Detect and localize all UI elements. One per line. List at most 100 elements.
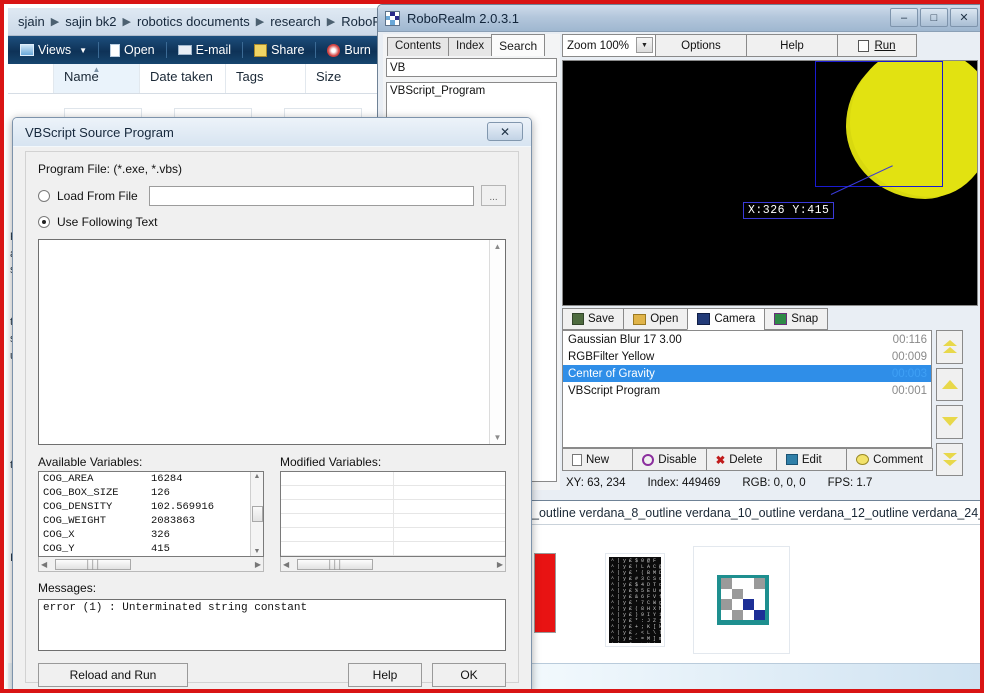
ok-button[interactable]: OK xyxy=(432,663,506,687)
save-button[interactable]: Save xyxy=(562,308,625,330)
breadcrumb-item-0[interactable]: sjain xyxy=(14,14,49,29)
scrollbar-thumb[interactable]: │││ xyxy=(297,558,374,570)
zoom-dropdown[interactable]: Zoom 100% ▼ xyxy=(562,34,656,57)
maximize-icon[interactable]: □ xyxy=(920,8,948,27)
tab-contents-label: Contents xyxy=(395,40,442,52)
dialog-title-bar[interactable]: VBScript Source Program ✕ xyxy=(13,118,531,147)
close-icon-glyph: ✕ xyxy=(499,124,511,139)
load-from-file-row[interactable]: Load From File ... xyxy=(38,185,506,206)
available-variables-scrollbar[interactable]: ▲ ▼ xyxy=(250,472,263,556)
edit-button[interactable]: Edit xyxy=(775,448,848,471)
delete-button[interactable]: ✖ Delete xyxy=(705,448,777,471)
pipeline-item-selected[interactable]: Center of Gravity 00:003 xyxy=(563,365,931,382)
snap-button[interactable]: Snap xyxy=(764,308,829,330)
help-button[interactable]: Help xyxy=(746,34,838,57)
file-path-input[interactable] xyxy=(148,185,474,206)
scroll-down-arrow-icon[interactable]: ▼ xyxy=(494,433,502,442)
variable-row[interactable]: COG_BOX_SIZE 126 xyxy=(39,486,263,500)
pipeline-item[interactable]: RGBFilter Yellow 00:009 xyxy=(563,348,931,365)
close-icon[interactable]: ✕ xyxy=(487,122,523,141)
variable-row[interactable]: COG_X 326 xyxy=(39,528,263,542)
column-header-date-taken[interactable]: Date taken xyxy=(140,64,226,93)
scrollbar-thumb[interactable] xyxy=(251,506,263,522)
pipeline-item[interactable]: Gaussian Blur 17 3.00 00:116 xyxy=(563,331,931,348)
breadcrumb-item-2[interactable]: robotics documents xyxy=(133,14,254,29)
video-preview[interactable]: X:326 Y:415 xyxy=(562,60,978,306)
browse-button[interactable]: ... xyxy=(481,185,506,206)
move-up-button[interactable] xyxy=(936,367,963,401)
available-variables-list[interactable]: COG_AREA 16284 COG_BOX_SIZE 126 COG_DENS… xyxy=(38,471,264,557)
modified-variables-list[interactable] xyxy=(280,471,506,557)
tab-contents[interactable]: Contents xyxy=(387,37,450,56)
pipeline-list[interactable]: Gaussian Blur 17 3.00 00:116 RGBFilter Y… xyxy=(562,330,932,448)
reload-and-run-label: Reload and Run xyxy=(69,668,157,682)
tab-search[interactable]: Search xyxy=(491,34,546,56)
sort-ascending-icon: ▲ xyxy=(92,65,101,74)
pipeline-item[interactable]: VBScript Program 00:001 xyxy=(563,382,931,399)
open-button[interactable]: Open xyxy=(623,308,689,330)
chevron-down-icon[interactable]: ▼ xyxy=(79,46,87,55)
ascii-font-thumbnail[interactable]: ^ | y £ $ 0 @ F $ ^ | y £ ! L A C @ @ ^ … xyxy=(605,553,665,647)
options-button[interactable]: Options xyxy=(655,34,747,57)
move-to-top-button[interactable] xyxy=(936,330,963,364)
use-following-text-radio[interactable] xyxy=(38,216,50,228)
roborealm-main-panel: Zoom 100% ▼ Options Help Run X:326 Y:415… xyxy=(562,34,978,497)
disable-button[interactable]: Disable xyxy=(632,448,707,471)
move-to-bottom-button[interactable] xyxy=(936,442,963,476)
messages-box[interactable]: error (1) : Unterminated string constant xyxy=(38,599,506,651)
scroll-left-arrow-icon[interactable]: ◀ xyxy=(283,560,289,569)
variable-row[interactable]: COG_DENSITY 102.569916 xyxy=(39,500,263,514)
comment-button[interactable]: Comment xyxy=(846,448,934,471)
chevron-down-icon[interactable]: ▼ xyxy=(636,37,653,53)
burn-button[interactable]: Burn xyxy=(321,41,376,59)
double-down-arrow-icon xyxy=(942,452,957,466)
open-label: Open xyxy=(124,43,155,57)
column-header-tags[interactable]: Tags xyxy=(226,64,306,93)
code-editor-scrollbar[interactable]: ▲ ▼ xyxy=(489,240,505,444)
new-button[interactable]: New xyxy=(562,448,634,471)
load-from-file-radio[interactable] xyxy=(38,189,50,202)
help-search-input[interactable]: VB xyxy=(386,58,557,77)
scroll-right-arrow-icon[interactable]: ▶ xyxy=(497,560,503,569)
code-editor[interactable]: ▲ ▼ xyxy=(38,239,506,445)
scroll-up-arrow-icon[interactable]: ▲ xyxy=(494,242,502,251)
scroll-right-arrow-icon[interactable]: ▶ xyxy=(255,560,261,569)
red-color-swatch[interactable] xyxy=(534,553,556,633)
burn-icon xyxy=(327,43,341,57)
snap-icon xyxy=(774,313,788,325)
scroll-left-arrow-icon[interactable]: ◀ xyxy=(41,560,47,569)
use-following-text-row[interactable]: Use Following Text xyxy=(38,215,506,229)
help-result-item[interactable]: VBScript_Program xyxy=(390,85,553,97)
source-toolbar: Save Open Camera Snap xyxy=(562,308,978,330)
scroll-up-arrow-icon[interactable]: ▲ xyxy=(254,473,261,480)
close-icon[interactable]: ✕ xyxy=(950,8,978,27)
share-button[interactable]: Share xyxy=(248,41,310,59)
breadcrumb-item-3[interactable]: research xyxy=(266,14,325,29)
open-button[interactable]: Open xyxy=(104,41,161,59)
modified-variables-hscrollbar[interactable]: ◀ │││ ▶ xyxy=(280,557,506,572)
down-arrow-icon xyxy=(941,417,958,427)
dialog-help-button[interactable]: Help xyxy=(348,663,422,687)
reload-and-run-button[interactable]: Reload and Run xyxy=(38,663,188,687)
camera-button[interactable]: Camera xyxy=(687,308,766,330)
column-header-name[interactable]: ▲ Name xyxy=(54,64,140,93)
ascii-font-thumbnail-content: ^ | y £ $ 0 @ F $ ^ | y £ ! L A C @ @ ^ … xyxy=(609,557,661,643)
variable-row[interactable]: COG_AREA 16284 xyxy=(39,472,263,486)
run-button[interactable]: Run xyxy=(837,34,917,57)
scrollbar-thumb[interactable]: │││ xyxy=(55,558,132,570)
cog-coordinate-label: X:326 Y:415 xyxy=(743,202,835,219)
variable-row[interactable]: COG_WEIGHT 2083863 xyxy=(39,514,263,528)
roborealm-title-bar[interactable]: RoboRealm 2.0.3.1 ‒ □ ✕ xyxy=(378,5,980,32)
breadcrumb-item-1[interactable]: sajin bk2 xyxy=(61,14,120,29)
views-button[interactable]: Views ▼ xyxy=(14,41,93,59)
scroll-down-arrow-icon[interactable]: ▼ xyxy=(254,548,261,555)
move-down-button[interactable] xyxy=(936,405,963,439)
variable-row[interactable]: COG_Y 415 xyxy=(39,542,263,556)
tab-index[interactable]: Index xyxy=(448,37,493,56)
snap-label: Snap xyxy=(791,313,819,325)
available-variables-hscrollbar[interactable]: ◀ │││ ▶ xyxy=(38,557,264,572)
checker-thumbnail[interactable] xyxy=(693,546,790,654)
email-button[interactable]: E-mail xyxy=(172,41,237,59)
minimize-icon[interactable]: ‒ xyxy=(890,8,918,27)
help-label: Help xyxy=(780,39,804,52)
